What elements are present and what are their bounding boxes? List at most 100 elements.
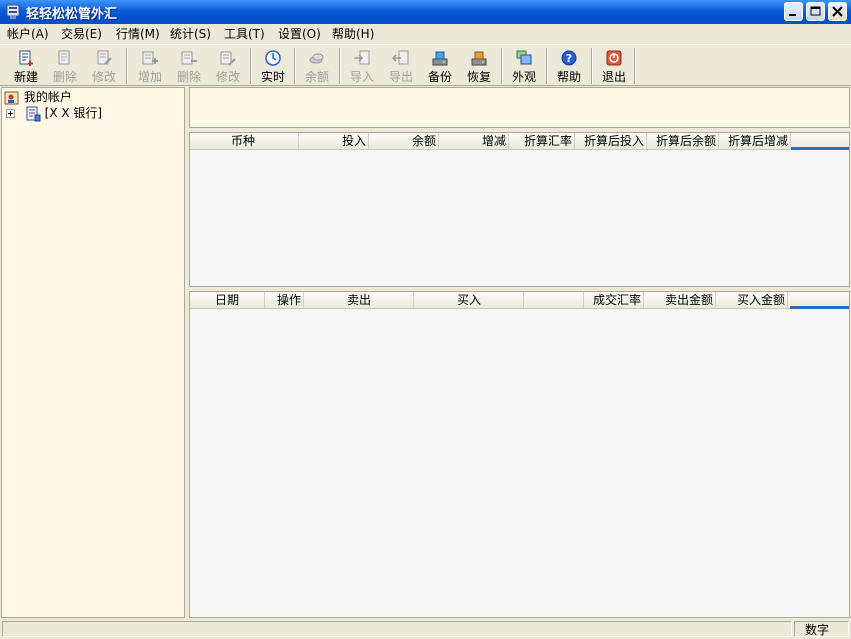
- appearance-label: 外观: [511, 70, 536, 84]
- balance-label: 余额: [304, 70, 329, 84]
- delete-trade-label: 删除: [176, 70, 201, 84]
- balance-icon: [309, 53, 324, 64]
- col-date[interactable]: 日期: [190, 292, 265, 308]
- toolbar-separator: [591, 48, 593, 84]
- maximize-icon: [810, 6, 821, 16]
- minimize-button[interactable]: [784, 2, 803, 21]
- col-operation[interactable]: 操作: [265, 292, 304, 308]
- window-title: 轻轻松松管外汇: [26, 7, 118, 22]
- edit-account-button[interactable]: 修改: [85, 49, 123, 85]
- menu-account[interactable]: 帐户(A): [7, 25, 49, 42]
- col-sell[interactable]: 卖出: [304, 292, 414, 308]
- export-label: 导出: [388, 70, 413, 84]
- col-currency[interactable]: 币种: [190, 133, 299, 149]
- col-sell-amount[interactable]: 卖出金额: [644, 292, 716, 308]
- balance-button[interactable]: 余额: [298, 49, 336, 85]
- svg-text:?: ?: [566, 52, 572, 65]
- clock-icon: [265, 50, 281, 66]
- col-conv-invested[interactable]: 折算后投入: [575, 133, 647, 149]
- import-button[interactable]: 导入: [343, 49, 381, 85]
- status-bar: 数字: [0, 620, 851, 639]
- col-conv-change[interactable]: 折算后增减: [719, 133, 791, 149]
- backup-label: 备份: [427, 70, 452, 84]
- col-blank[interactable]: [524, 292, 584, 308]
- appearance-icon: [516, 50, 532, 65]
- help-label: 帮助: [556, 70, 581, 84]
- export-button[interactable]: 导出: [382, 49, 420, 85]
- tree-root[interactable]: 我的帐户: [4, 88, 72, 106]
- tree-root-label: 我的帐户: [23, 90, 72, 104]
- new-button[interactable]: 新建: [7, 49, 45, 85]
- header-filler: [791, 147, 849, 150]
- delete-account-icon: [58, 50, 70, 65]
- expand-icon[interactable]: [6, 109, 15, 118]
- delete-account-label: 删除: [52, 70, 77, 84]
- toolbar-separator: [501, 48, 503, 84]
- delete-trade-button[interactable]: 删除: [170, 49, 208, 85]
- tree-node-bank-label: [X X 银行]: [44, 106, 103, 120]
- bank-account-icon: [26, 106, 41, 121]
- toolbar-separator: [339, 48, 341, 84]
- account-info-panel: [189, 87, 850, 128]
- restore-icon: [471, 51, 487, 66]
- col-invested[interactable]: 投入: [299, 133, 369, 149]
- add-trade-icon: [142, 51, 158, 65]
- menu-statistics[interactable]: 统计(S): [170, 25, 211, 42]
- title-bar[interactable]: 轻轻松松管外汇: [0, 0, 851, 24]
- edit-trade-icon: [220, 51, 236, 66]
- menu-help[interactable]: 帮助(H): [332, 25, 374, 42]
- import-label: 导入: [349, 70, 374, 84]
- menu-quotes[interactable]: 行情(M): [116, 25, 160, 42]
- help-button[interactable]: ? 帮助: [550, 49, 588, 85]
- header-filler: [790, 306, 849, 309]
- toolbar-separator: [634, 48, 636, 84]
- new-account-icon: [19, 50, 33, 66]
- minimize-icon: [789, 14, 796, 16]
- summary-header: 币种 投入 余额 增减 折算汇率 折算后投入 折算后余额 折算后增减: [190, 133, 849, 150]
- restore-label: 恢复: [466, 70, 491, 84]
- tree-node-bank[interactable]: [X X 银行]: [6, 104, 102, 122]
- col-deal-rate[interactable]: 成交汇率: [584, 292, 644, 308]
- close-button[interactable]: [828, 2, 847, 21]
- col-buy-amount[interactable]: 买入金额: [716, 292, 788, 308]
- exit-button[interactable]: 退出: [595, 49, 633, 85]
- add-trade-label: 增加: [137, 70, 162, 84]
- col-balance[interactable]: 余额: [369, 133, 439, 149]
- backup-button[interactable]: 备份: [421, 49, 459, 85]
- edit-account-label: 修改: [91, 70, 116, 84]
- delete-trade-icon: [181, 51, 197, 65]
- col-conv-rate[interactable]: 折算汇率: [509, 133, 575, 149]
- col-change[interactable]: 增减: [439, 133, 509, 149]
- realtime-button[interactable]: 实时: [254, 49, 292, 85]
- delete-account-button[interactable]: 删除: [46, 49, 84, 85]
- exit-icon: [606, 50, 622, 66]
- edit-trade-label: 修改: [215, 70, 240, 84]
- summary-list[interactable]: 币种 投入 余额 增减 折算汇率 折算后投入 折算后余额 折算后增减: [189, 132, 850, 287]
- trade-header: 日期 操作 卖出 买入 成交汇率 卖出金额 买入金额: [190, 292, 849, 309]
- help-icon: ?: [561, 50, 577, 66]
- trade-list[interactable]: 日期 操作 卖出 买入 成交汇率 卖出金额 买入金额: [189, 291, 850, 618]
- col-conv-balance[interactable]: 折算后余额: [647, 133, 719, 149]
- toolbar-separator: [250, 48, 252, 84]
- exit-label: 退出: [601, 70, 626, 84]
- menu-trade[interactable]: 交易(E): [61, 25, 102, 42]
- maximize-button[interactable]: [806, 2, 825, 21]
- menu-tools[interactable]: 工具(T): [224, 25, 265, 42]
- toolbar-separator: [294, 48, 296, 84]
- appearance-button[interactable]: 外观: [505, 49, 543, 85]
- toolbar: 新建 删除 修改 增加 删除 修改 实时 余额 导入 导出 备份 恢复 外观 ?…: [0, 44, 851, 86]
- restore-button[interactable]: 恢复: [460, 49, 498, 85]
- edit-trade-button[interactable]: 修改: [209, 49, 247, 85]
- import-icon: [354, 50, 370, 65]
- toolbar-separator: [126, 48, 128, 84]
- menu-settings[interactable]: 设置(O): [278, 25, 321, 42]
- add-trade-button[interactable]: 增加: [131, 49, 169, 85]
- account-tree[interactable]: 我的帐户 [X X 银行]: [1, 87, 185, 618]
- menu-bar: 帐户(A) 交易(E) 行情(M) 统计(S) 工具(T) 设置(O) 帮助(H…: [0, 24, 851, 43]
- status-main-segment: [2, 621, 792, 637]
- backup-icon: [432, 51, 448, 66]
- realtime-label: 实时: [260, 70, 285, 84]
- export-icon: [392, 50, 409, 65]
- col-buy[interactable]: 买入: [414, 292, 524, 308]
- edit-account-icon: [97, 50, 112, 65]
